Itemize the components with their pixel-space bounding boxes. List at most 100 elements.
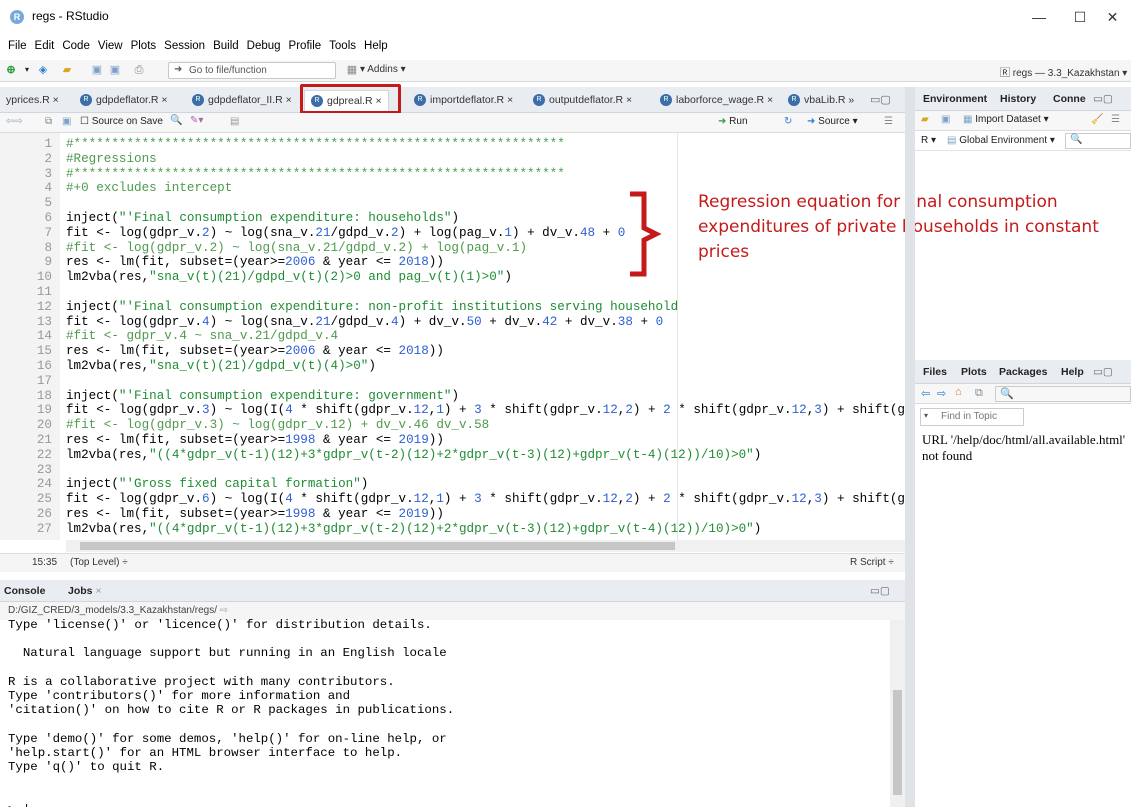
clear-broom-icon[interactable]: 🧹 (1091, 114, 1103, 125)
code-line[interactable]: res <- lm(fit, subset=(year>=2006 & year… (66, 344, 444, 358)
tab-importdeflator[interactable]: Rimportdeflator.R × (408, 90, 519, 112)
list-view-icon[interactable]: ☰ (1111, 114, 1120, 125)
back-forward-icon[interactable]: ⇦⇨ (6, 116, 23, 127)
save-all-icon[interactable]: ▣ (108, 63, 122, 77)
editor-hscrollbar[interactable] (66, 540, 906, 552)
new-project-icon[interactable]: ◈ (36, 63, 50, 77)
code-line[interactable]: res <- lm(fit, subset=(year>=2006 & year… (66, 255, 444, 269)
tab-gdpdeflator[interactable]: Rgdpdeflator.R × (74, 90, 174, 112)
pane-minmax-icon[interactable]: ▭▢ (870, 585, 890, 597)
new-file-icon[interactable]: ⊕ (4, 63, 18, 77)
tab-connections[interactable]: Conne (1053, 93, 1086, 105)
compile-report-icon[interactable]: ▤ (230, 116, 239, 127)
save-file-icon[interactable]: ▣ (62, 116, 71, 127)
menu-item-profile[interactable]: Profile (289, 40, 322, 52)
import-dataset-button[interactable]: ▦ Import Dataset ▾ (963, 114, 1049, 125)
code-line[interactable]: #***************************************… (66, 137, 565, 151)
open-folder-icon[interactable]: ▰ (60, 63, 74, 77)
global-environment-selector[interactable]: ▤ Global Environment ▾ (947, 135, 1055, 146)
close-button[interactable]: ✕ (1094, 4, 1131, 30)
code-line[interactable]: fit <- log(gdpr_v.2) ~ log(sna_v.21/gdpd… (66, 226, 625, 240)
menu-item-build[interactable]: Build (213, 40, 239, 52)
menu-item-plots[interactable]: Plots (131, 40, 157, 52)
pane-minmax-icon[interactable]: ▭▢ (1093, 366, 1113, 378)
tab-outputdeflator[interactable]: Routputdeflator.R × (527, 90, 638, 112)
code-line[interactable]: lm2vba(res,"((4*gdpr_v(t-1)(12)+3*gdpr_v… (66, 522, 761, 536)
menu-item-edit[interactable]: Edit (35, 40, 55, 52)
tab-jobs[interactable]: Jobs × (68, 585, 102, 597)
load-workspace-icon[interactable]: ▰ (921, 114, 929, 125)
pane-splitter[interactable] (905, 87, 915, 807)
back-icon[interactable]: ⇦ (921, 387, 930, 400)
tab-packages[interactable]: Packages (999, 366, 1047, 378)
menu-item-code[interactable]: Code (62, 40, 90, 52)
tab-plots[interactable]: Plots (961, 366, 987, 378)
code-line[interactable]: #+0 excludes intercept (66, 181, 232, 195)
tab-files[interactable]: Files (923, 366, 947, 378)
search-icon[interactable]: 🔍 (170, 115, 182, 126)
code-line[interactable]: fit <- log(gdpr_v.6) ~ log(I(4 * shift(g… (66, 492, 905, 506)
project-menu[interactable]: 🅁 regs — 3.3_Kazakhstan ▾ (1000, 64, 1127, 79)
code-line[interactable]: res <- lm(fit, subset=(year>=1998 & year… (66, 507, 444, 521)
code-line[interactable]: #fit <- log(gdpr_v.2) ~ log(sna_v.21/gdp… (66, 241, 527, 255)
addins-menu[interactable]: ▾ Addins ▾ (360, 64, 406, 75)
scroll-thumb[interactable] (80, 542, 675, 550)
scope-selector[interactable]: (Top Level) ÷ (70, 554, 128, 572)
console-output[interactable]: Type 'license()' or 'licence()' for dist… (0, 618, 890, 807)
scroll-thumb[interactable] (893, 690, 902, 795)
code-line[interactable]: lm2vba(res,"sna_v(t)(21)/gdpd_v(t)(2)>0 … (66, 270, 512, 284)
save-icon[interactable]: ▣ (90, 63, 104, 77)
tab-gdpdeflator-ii[interactable]: Rgdpdeflator_II.R × (186, 90, 298, 112)
find-in-topic-input[interactable]: Find in Topic (920, 408, 1024, 426)
env-search-input[interactable]: 🔍 (1065, 133, 1131, 149)
code-line[interactable]: #***************************************… (66, 167, 565, 181)
code-line[interactable]: #Regressions (66, 152, 157, 166)
grid-layout-icon[interactable]: ▦ (345, 63, 359, 77)
rerun-icon[interactable]: ↻ (784, 116, 792, 127)
home-icon[interactable]: ⌂ (955, 386, 962, 398)
menu-item-view[interactable]: View (98, 40, 123, 52)
print-icon[interactable]: ⎙ (132, 63, 146, 77)
code-line[interactable]: res <- lm(fit, subset=(year>=1998 & year… (66, 433, 444, 447)
tab-vbalib[interactable]: RvbaLib.R » (782, 90, 860, 112)
help-search-input[interactable]: 🔍 (995, 386, 1131, 402)
outline-icon[interactable]: ☰ (884, 116, 893, 127)
menu-item-tools[interactable]: Tools (329, 40, 356, 52)
tab-history[interactable]: History (1000, 93, 1036, 105)
tab-console[interactable]: Console (4, 585, 45, 597)
find-dropdown-icon[interactable]: ▾ (924, 411, 928, 420)
code-line[interactable]: inject("'Gross fixed capital formation") (66, 477, 368, 491)
filetype-selector[interactable]: R Script ÷ (850, 554, 894, 572)
save-workspace-icon[interactable]: ▣ (941, 114, 950, 125)
tab-yprices[interactable]: yprices.R × (0, 90, 65, 112)
show-in-window-icon[interactable]: ⧉ (45, 116, 52, 127)
forward-icon[interactable]: ⇨ (937, 387, 946, 400)
console-vscrollbar[interactable] (890, 620, 905, 807)
popout-icon[interactable]: ⧉ (975, 387, 983, 400)
tab-environment[interactable]: Environment (923, 93, 987, 105)
run-button[interactable]: ➜ Run (718, 116, 748, 127)
pane-minmax-icon[interactable]: ▭▢ (870, 93, 891, 106)
code-line[interactable]: inject("'Final consumption expenditure: … (66, 211, 459, 225)
code-line[interactable]: fit <- log(gdpr_v.4) ~ log(sna_v.21/gdpd… (66, 315, 663, 329)
source-button[interactable]: ➜ Source ▾ (807, 116, 858, 127)
tab-laborforce-wage[interactable]: Rlaborforce_wage.R × (654, 90, 779, 112)
tab-help[interactable]: Help (1061, 366, 1084, 378)
dropdown-arrow-icon[interactable]: ▾ (20, 63, 34, 77)
code-line[interactable]: inject("'Final consumption expenditure: … (66, 389, 459, 403)
code-line[interactable]: lm2vba(res,"sna_v(t)(21)/gdpd_v(t)(4)>0"… (66, 359, 376, 373)
code-line[interactable]: #fit <- log(gdpr_v.3) ~ log(gdpr_v.12) +… (66, 418, 489, 432)
menu-item-file[interactable]: File (8, 40, 27, 52)
code-tools-icon[interactable]: ✎▾ (190, 115, 203, 126)
pane-minmax-icon[interactable]: ▭▢ (1093, 93, 1113, 105)
language-selector[interactable]: R ▾ (921, 135, 936, 146)
menu-item-session[interactable]: Session (164, 40, 205, 52)
source-on-save-checkbox[interactable]: ☐ Source on Save (80, 116, 163, 127)
goto-file-input[interactable]: Go to file/function (168, 62, 336, 79)
code-line[interactable]: inject("'Final consumption expenditure: … (66, 300, 678, 314)
code-line[interactable]: fit <- log(gdpr_v.3) ~ log(I(4 * shift(g… (66, 403, 905, 417)
code-line[interactable]: #fit <- gdpr_v.4 ~ sna_v.21/gdpd_v.4 (66, 329, 338, 343)
menu-item-help[interactable]: Help (364, 40, 388, 52)
code-line[interactable]: lm2vba(res,"((4*gdpr_v(t-1)(12)+3*gdpr_v… (66, 448, 761, 462)
minimize-button[interactable]: — (1016, 4, 1062, 30)
